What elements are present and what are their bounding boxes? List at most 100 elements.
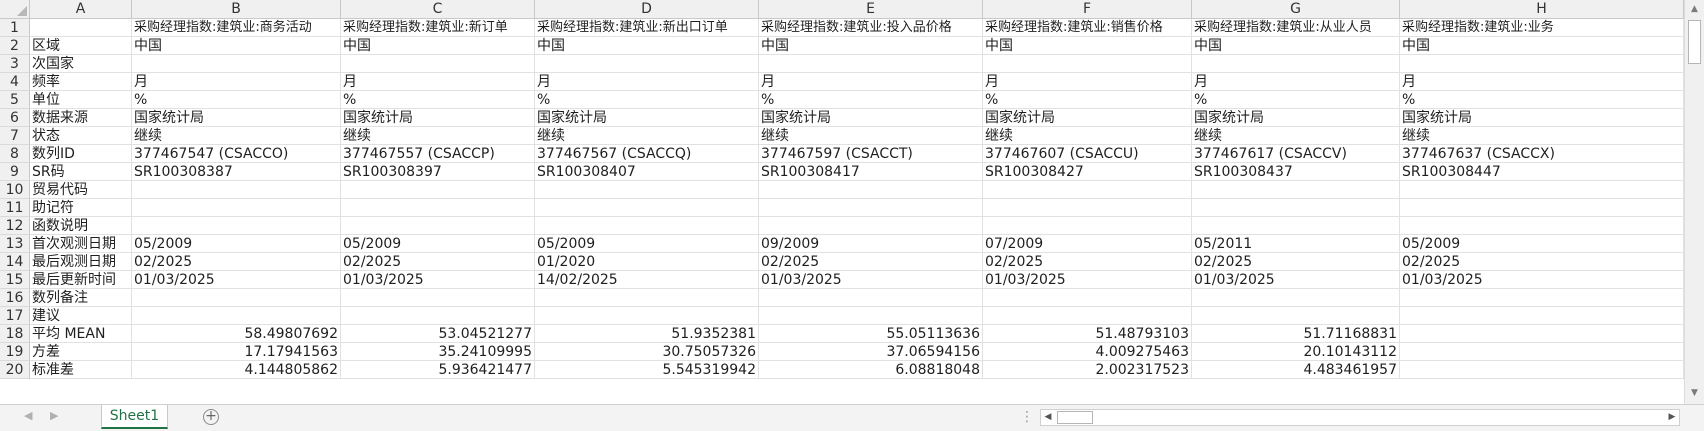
cell-f9[interactable]: SR100308427 bbox=[983, 163, 1192, 181]
cell-e1[interactable]: 采购经理指数:建筑业:投入品价格 bbox=[759, 19, 983, 37]
cell-d9[interactable]: SR100308407 bbox=[535, 163, 759, 181]
row-header-20[interactable]: 20 bbox=[0, 361, 30, 379]
cell-c19[interactable]: 35.24109995 bbox=[341, 343, 535, 361]
cell-h7[interactable]: 继续 bbox=[1400, 127, 1684, 145]
cell-e15[interactable]: 01/03/2025 bbox=[759, 271, 983, 289]
cell-a15[interactable]: 最后更新时间 bbox=[30, 271, 132, 289]
row-header-10[interactable]: 10 bbox=[0, 181, 30, 199]
select-all-corner[interactable] bbox=[0, 0, 30, 19]
cell-h5[interactable]: % bbox=[1400, 91, 1684, 109]
split-handle-icon[interactable]: ⋮ bbox=[1020, 409, 1034, 425]
cell-f6[interactable]: 国家统计局 bbox=[983, 109, 1192, 127]
cell-a9[interactable]: SR码 bbox=[30, 163, 132, 181]
cell-e8[interactable]: 377467597 (CSACCT) bbox=[759, 145, 983, 163]
cell-g4[interactable]: 月 bbox=[1192, 73, 1400, 91]
cell-c9[interactable]: SR100308397 bbox=[341, 163, 535, 181]
cell-g3[interactable] bbox=[1192, 55, 1400, 73]
cell-c18[interactable]: 53.04521277 bbox=[341, 325, 535, 343]
row-header-12[interactable]: 12 bbox=[0, 217, 30, 235]
cell-g6[interactable]: 国家统计局 bbox=[1192, 109, 1400, 127]
cell-c13[interactable]: 05/2009 bbox=[341, 235, 535, 253]
cell-f12[interactable] bbox=[983, 217, 1192, 235]
cell-d8[interactable]: 377467567 (CSACCQ) bbox=[535, 145, 759, 163]
row-header-19[interactable]: 19 bbox=[0, 343, 30, 361]
cell-e17[interactable] bbox=[759, 307, 983, 325]
scroll-down-icon[interactable]: ▼ bbox=[1685, 384, 1704, 402]
cell-b14[interactable]: 02/2025 bbox=[132, 253, 341, 271]
cell-e18[interactable]: 55.05113636 bbox=[759, 325, 983, 343]
cell-g17[interactable] bbox=[1192, 307, 1400, 325]
cell-d3[interactable] bbox=[535, 55, 759, 73]
cell-f10[interactable] bbox=[983, 181, 1192, 199]
cell-f15[interactable]: 01/03/2025 bbox=[983, 271, 1192, 289]
cell-g14[interactable]: 02/2025 bbox=[1192, 253, 1400, 271]
cell-a2[interactable]: 区域 bbox=[30, 37, 132, 55]
cell-c8[interactable]: 377467557 (CSACCP) bbox=[341, 145, 535, 163]
cell-c4[interactable]: 月 bbox=[341, 73, 535, 91]
cell-c6[interactable]: 国家统计局 bbox=[341, 109, 535, 127]
row-header-3[interactable]: 3 bbox=[0, 55, 30, 73]
cell-d10[interactable] bbox=[535, 181, 759, 199]
cell-b6[interactable]: 国家统计局 bbox=[132, 109, 341, 127]
cell-c16[interactable] bbox=[341, 289, 535, 307]
row-header-9[interactable]: 9 bbox=[0, 163, 30, 181]
cell-c10[interactable] bbox=[341, 181, 535, 199]
cell-e16[interactable] bbox=[759, 289, 983, 307]
next-sheet-icon[interactable]: ▶ bbox=[50, 409, 58, 422]
column-header-d[interactable]: D bbox=[535, 0, 759, 19]
cell-h9[interactable]: SR100308447 bbox=[1400, 163, 1684, 181]
cell-e2[interactable]: 中国 bbox=[759, 37, 983, 55]
scroll-left-icon[interactable]: ◀ bbox=[1041, 410, 1055, 425]
cell-b18[interactable]: 58.49807692 bbox=[132, 325, 341, 343]
column-header-g[interactable]: G bbox=[1192, 0, 1400, 19]
cell-c15[interactable]: 01/03/2025 bbox=[341, 271, 535, 289]
cell-f2[interactable]: 中国 bbox=[983, 37, 1192, 55]
vertical-scroll-thumb[interactable] bbox=[1688, 20, 1701, 64]
cell-a11[interactable]: 助记符 bbox=[30, 199, 132, 217]
cell-g2[interactable]: 中国 bbox=[1192, 37, 1400, 55]
cell-d16[interactable] bbox=[535, 289, 759, 307]
cell-g7[interactable]: 继续 bbox=[1192, 127, 1400, 145]
cell-c14[interactable]: 02/2025 bbox=[341, 253, 535, 271]
cell-b20[interactable]: 4.144805862 bbox=[132, 361, 341, 379]
cell-f7[interactable]: 继续 bbox=[983, 127, 1192, 145]
row-header-2[interactable]: 2 bbox=[0, 37, 30, 55]
cell-a8[interactable]: 数列ID bbox=[30, 145, 132, 163]
cell-e3[interactable] bbox=[759, 55, 983, 73]
cell-f1[interactable]: 采购经理指数:建筑业:销售价格 bbox=[983, 19, 1192, 37]
cell-b5[interactable]: % bbox=[132, 91, 341, 109]
cell-a1[interactable] bbox=[30, 19, 132, 37]
cell-b19[interactable]: 17.17941563 bbox=[132, 343, 341, 361]
cell-h13[interactable]: 05/2009 bbox=[1400, 235, 1684, 253]
cell-e14[interactable]: 02/2025 bbox=[759, 253, 983, 271]
row-header-8[interactable]: 8 bbox=[0, 145, 30, 163]
cell-b15[interactable]: 01/03/2025 bbox=[132, 271, 341, 289]
cell-h8[interactable]: 377467637 (CSACCX) bbox=[1400, 145, 1684, 163]
cell-d4[interactable]: 月 bbox=[535, 73, 759, 91]
cell-g1[interactable]: 采购经理指数:建筑业:从业人员 bbox=[1192, 19, 1400, 37]
cell-f5[interactable]: % bbox=[983, 91, 1192, 109]
cell-c5[interactable]: % bbox=[341, 91, 535, 109]
cell-a19[interactable]: 方差 bbox=[30, 343, 132, 361]
column-header-c[interactable]: C bbox=[341, 0, 535, 19]
cell-h3[interactable] bbox=[1400, 55, 1684, 73]
cell-h16[interactable] bbox=[1400, 289, 1684, 307]
cell-d6[interactable]: 国家统计局 bbox=[535, 109, 759, 127]
cell-a18[interactable]: 平均 MEAN bbox=[30, 325, 132, 343]
cell-a20[interactable]: 标准差 bbox=[30, 361, 132, 379]
cell-b3[interactable] bbox=[132, 55, 341, 73]
vertical-scrollbar[interactable]: ▲ ▼ bbox=[1684, 0, 1704, 404]
cell-c2[interactable]: 中国 bbox=[341, 37, 535, 55]
cell-e4[interactable]: 月 bbox=[759, 73, 983, 91]
cell-g19[interactable]: 20.10143112 bbox=[1192, 343, 1400, 361]
horizontal-scroll-thumb[interactable] bbox=[1057, 411, 1093, 424]
cell-d13[interactable]: 05/2009 bbox=[535, 235, 759, 253]
add-sheet-icon[interactable]: + bbox=[203, 409, 219, 425]
cell-c1[interactable]: 采购经理指数:建筑业:新订单 bbox=[341, 19, 535, 37]
cell-a3[interactable]: 次国家 bbox=[30, 55, 132, 73]
cell-h20[interactable] bbox=[1400, 361, 1684, 379]
cell-a5[interactable]: 单位 bbox=[30, 91, 132, 109]
cell-c20[interactable]: 5.936421477 bbox=[341, 361, 535, 379]
cell-a12[interactable]: 函数说明 bbox=[30, 217, 132, 235]
cell-h17[interactable] bbox=[1400, 307, 1684, 325]
